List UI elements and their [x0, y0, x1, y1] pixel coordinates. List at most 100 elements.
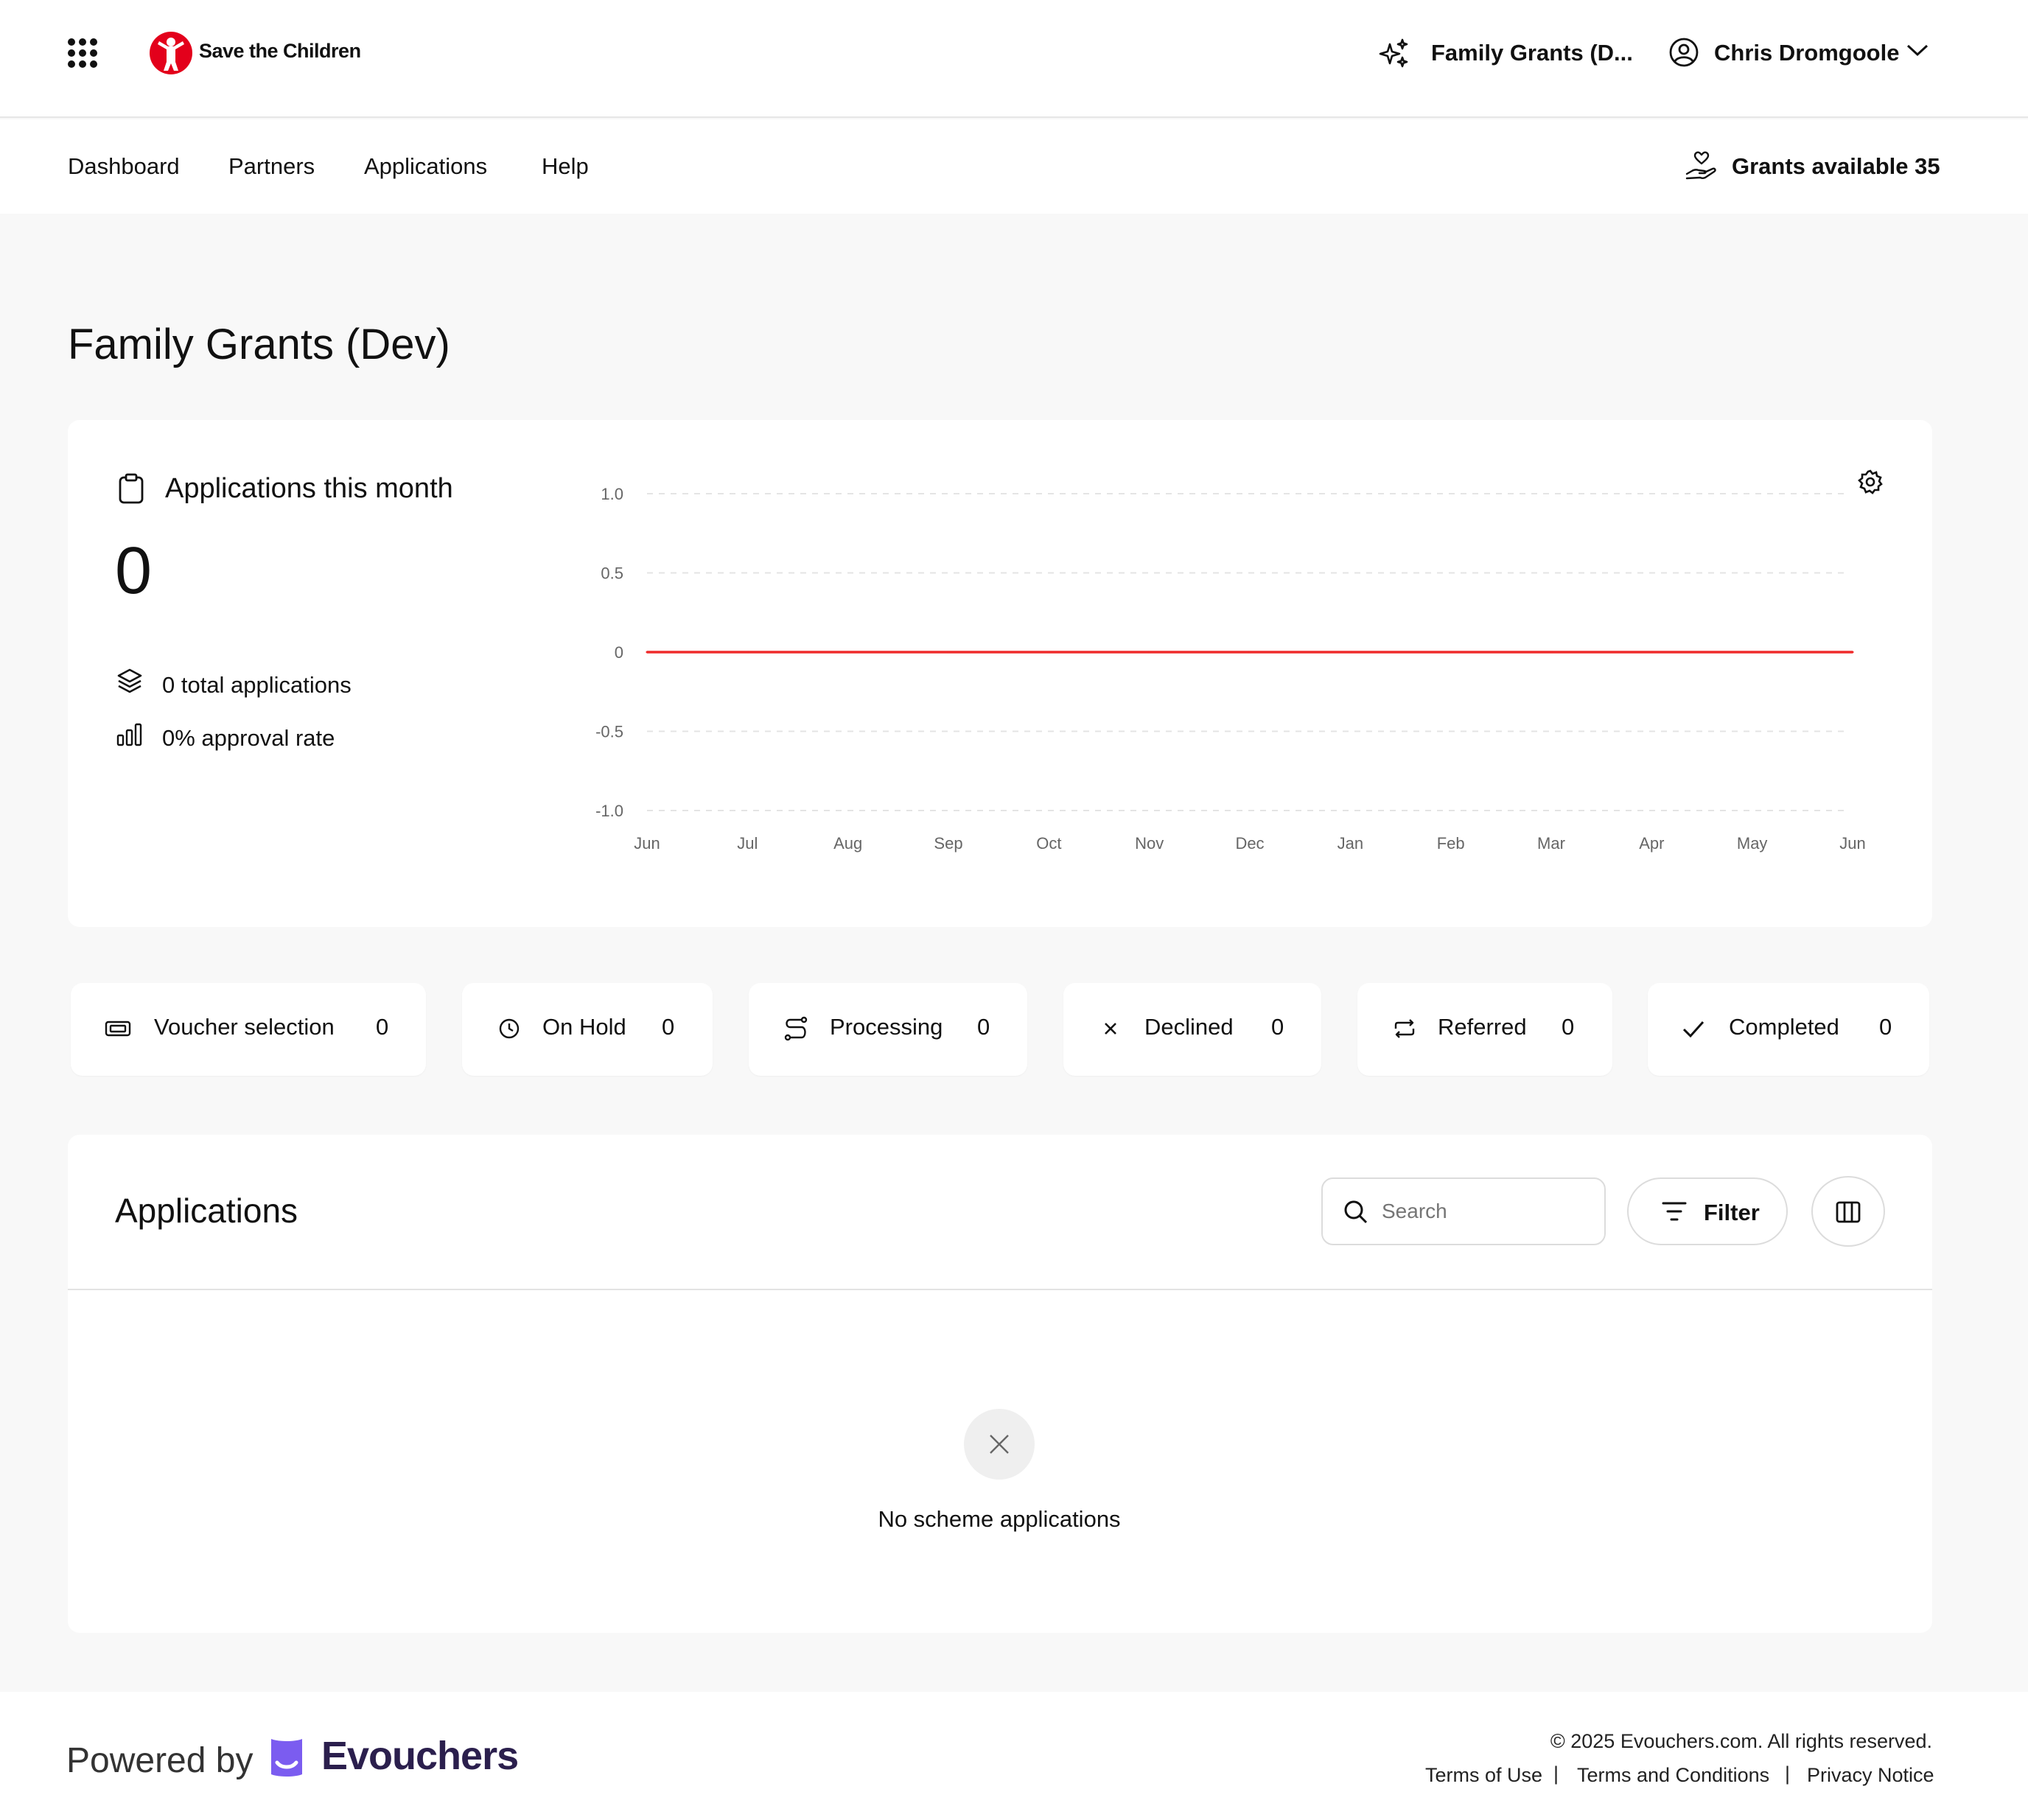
status-label: Referred	[1438, 1014, 1527, 1040]
data-point	[847, 651, 850, 654]
privacy-notice-link[interactable]: Privacy Notice	[1807, 1764, 1934, 1787]
clock-icon	[496, 1015, 522, 1042]
divider	[68, 1289, 1932, 1290]
status-referred[interactable]: Referred 0	[1357, 983, 1612, 1076]
empty-state-badge	[964, 1409, 1035, 1480]
filter-label: Filter	[1704, 1200, 1760, 1225]
data-point	[646, 651, 648, 654]
status-count: 0	[376, 1014, 389, 1040]
status-label: Voucher selection	[154, 1014, 335, 1040]
columns-button[interactable]	[1811, 1176, 1885, 1247]
terms-of-use-link[interactable]: Terms of Use	[1425, 1764, 1542, 1787]
y-tick-label: 1.0	[601, 485, 623, 503]
save-the-children-logo[interactable]	[147, 29, 195, 77]
columns-icon	[1835, 1200, 1861, 1225]
summary-heading: Applications this month	[165, 473, 453, 504]
status-count: 0	[1562, 1014, 1575, 1040]
search-icon	[1342, 1198, 1370, 1226]
x-tick-label: May	[1737, 834, 1768, 853]
powered-by: Powered by	[66, 1741, 254, 1780]
clipboard-icon	[118, 473, 144, 504]
check-icon	[1680, 1015, 1707, 1042]
filter-icon	[1661, 1200, 1688, 1223]
x-tick-label: Dec	[1235, 834, 1264, 853]
x-icon	[1097, 1015, 1124, 1042]
y-tick-label: -0.5	[595, 723, 623, 741]
nav-help[interactable]: Help	[542, 153, 589, 180]
x-tick-label: Apr	[1639, 834, 1664, 853]
evouchers-brand: Evouchers	[321, 1734, 519, 1778]
status-count: 0	[1879, 1014, 1892, 1040]
ticket-icon	[105, 1015, 131, 1042]
x-tick-label: Jul	[737, 834, 758, 853]
repeat-icon	[1391, 1015, 1418, 1042]
applications-count: 0	[115, 534, 153, 608]
grants-available: Grants available 35	[1732, 153, 1940, 179]
empty-state-text: No scheme applications	[878, 1506, 1121, 1532]
status-processing[interactable]: Processing 0	[749, 983, 1027, 1076]
x-tick-label: Jun	[634, 834, 660, 853]
copyright: © 2025 Evouchers.com. All rights reserve…	[1550, 1730, 1932, 1752]
status-label: Declined	[1144, 1014, 1234, 1040]
data-point	[1148, 651, 1151, 654]
app-grid-icon[interactable]	[68, 38, 97, 68]
brand-name: Save the Children	[199, 40, 361, 62]
x-tick-label: Mar	[1537, 834, 1565, 853]
approval-rate: 0% approval rate	[162, 725, 335, 751]
status-voucher-selection[interactable]: Voucher selection 0	[71, 983, 426, 1076]
status-declined[interactable]: Declined 0	[1063, 983, 1321, 1076]
filter-button[interactable]: Filter	[1627, 1177, 1788, 1245]
status-count: 0	[1271, 1014, 1284, 1040]
status-completed[interactable]: Completed 0	[1648, 983, 1929, 1076]
total-applications: 0 total applications	[162, 672, 352, 698]
status-label: Processing	[830, 1014, 943, 1040]
y-tick-label: 0	[615, 643, 623, 662]
chevron-down-icon[interactable]	[1906, 41, 1929, 59]
applications-heading: Applications	[115, 1191, 298, 1230]
evouchers-logo-icon	[267, 1736, 307, 1782]
data-point	[1751, 651, 1754, 654]
nav-applications[interactable]: Applications	[364, 153, 487, 180]
sparkles-icon	[1378, 37, 1410, 69]
x-tick-label: Feb	[1437, 834, 1465, 853]
page-title: Family Grants (Dev)	[68, 321, 450, 368]
user-menu[interactable]: Chris Dromgoole	[1714, 40, 1899, 66]
nav-dashboard[interactable]: Dashboard	[68, 153, 180, 180]
footer-separator: |	[1553, 1763, 1559, 1785]
status-label: Completed	[1729, 1014, 1839, 1040]
status-count: 0	[662, 1014, 675, 1040]
bar-chart-icon	[116, 722, 143, 747]
search-input[interactable]	[1382, 1195, 1588, 1228]
x-tick-label: Sep	[934, 834, 962, 853]
data-point	[1047, 651, 1050, 654]
scheme-switcher[interactable]: Family Grants (D...	[1431, 40, 1633, 66]
applications-line-chart: 1.0 0.5 0 -0.5 -1.0 Jun Jul Aug Sep Oct Nov Dec Jan F…	[595, 485, 1866, 853]
close-icon	[986, 1431, 1013, 1457]
status-count: 0	[977, 1014, 990, 1040]
top-bar: Save the Children Family Grants (D... Ch…	[0, 0, 2028, 118]
data-point	[1851, 651, 1854, 654]
layers-icon	[116, 668, 143, 694]
x-tick-label: Aug	[833, 834, 862, 853]
data-point	[1450, 651, 1452, 654]
data-point	[1550, 651, 1553, 654]
x-tick-label: Nov	[1135, 834, 1164, 853]
terms-and-conditions-link[interactable]: Terms and Conditions	[1577, 1764, 1769, 1787]
route-icon	[783, 1015, 809, 1042]
data-point	[1650, 651, 1653, 654]
x-tick-label: Jan	[1338, 834, 1363, 853]
y-tick-label: -1.0	[595, 802, 623, 820]
status-label: On Hold	[542, 1014, 626, 1040]
nav-partners[interactable]: Partners	[228, 153, 315, 180]
status-on-hold[interactable]: On Hold 0	[462, 983, 713, 1076]
data-point	[1248, 651, 1251, 654]
data-point	[947, 651, 950, 654]
data-point	[1349, 651, 1352, 654]
user-circle-icon	[1668, 37, 1699, 68]
hand-heart-icon	[1685, 150, 1718, 181]
x-tick-label: Jun	[1839, 834, 1865, 853]
y-tick-label: 0.5	[601, 564, 623, 583]
x-tick-label: Oct	[1036, 834, 1061, 853]
search-field[interactable]	[1321, 1177, 1606, 1245]
data-point	[746, 651, 749, 654]
